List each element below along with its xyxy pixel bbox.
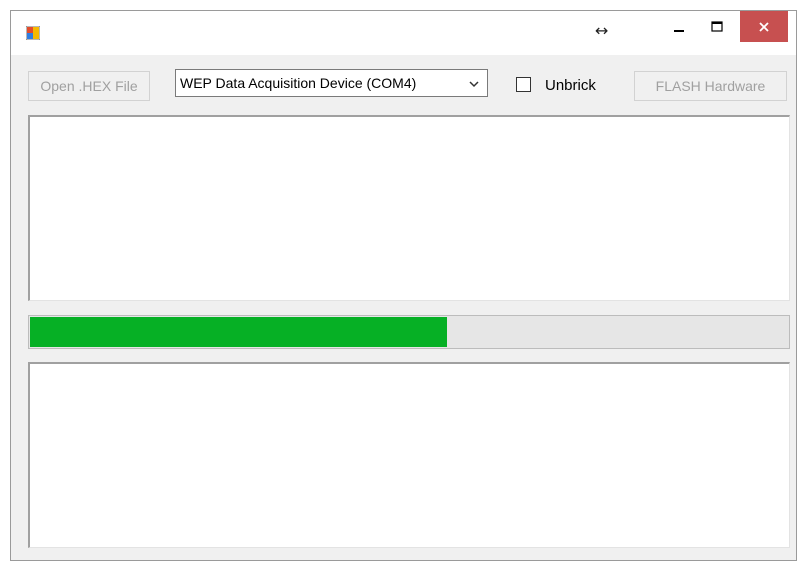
device-select[interactable]: WEP Data Acquisition Device (COM4) [175,69,488,97]
minimize-icon [674,30,684,32]
app-icon [26,26,40,40]
unbrick-label: Unbrick [545,77,596,94]
output-textbox-top[interactable] [28,115,790,301]
progress-fill [30,317,447,347]
chevron-down-icon [469,81,479,88]
title-bar[interactable]: ↔ [11,11,796,55]
open-hex-button[interactable]: Open .HEX File [28,71,150,101]
flash-hardware-button[interactable]: FLASH Hardware [634,71,787,101]
device-select-value: WEP Data Acquisition Device (COM4) [180,75,417,91]
output-textbox-bottom[interactable] [28,362,790,548]
main-window: ↔ Open .HEX File WEP Data Acquisition De… [10,10,797,561]
minimize-button[interactable] [662,12,696,42]
close-icon [759,21,769,32]
unbrick-checkbox[interactable] [516,77,531,92]
close-button[interactable] [740,11,788,42]
resize-arrows-icon: ↔ [595,21,609,40]
maximize-icon [711,21,723,32]
progress-bar [28,315,790,349]
maximize-button[interactable] [700,12,734,42]
